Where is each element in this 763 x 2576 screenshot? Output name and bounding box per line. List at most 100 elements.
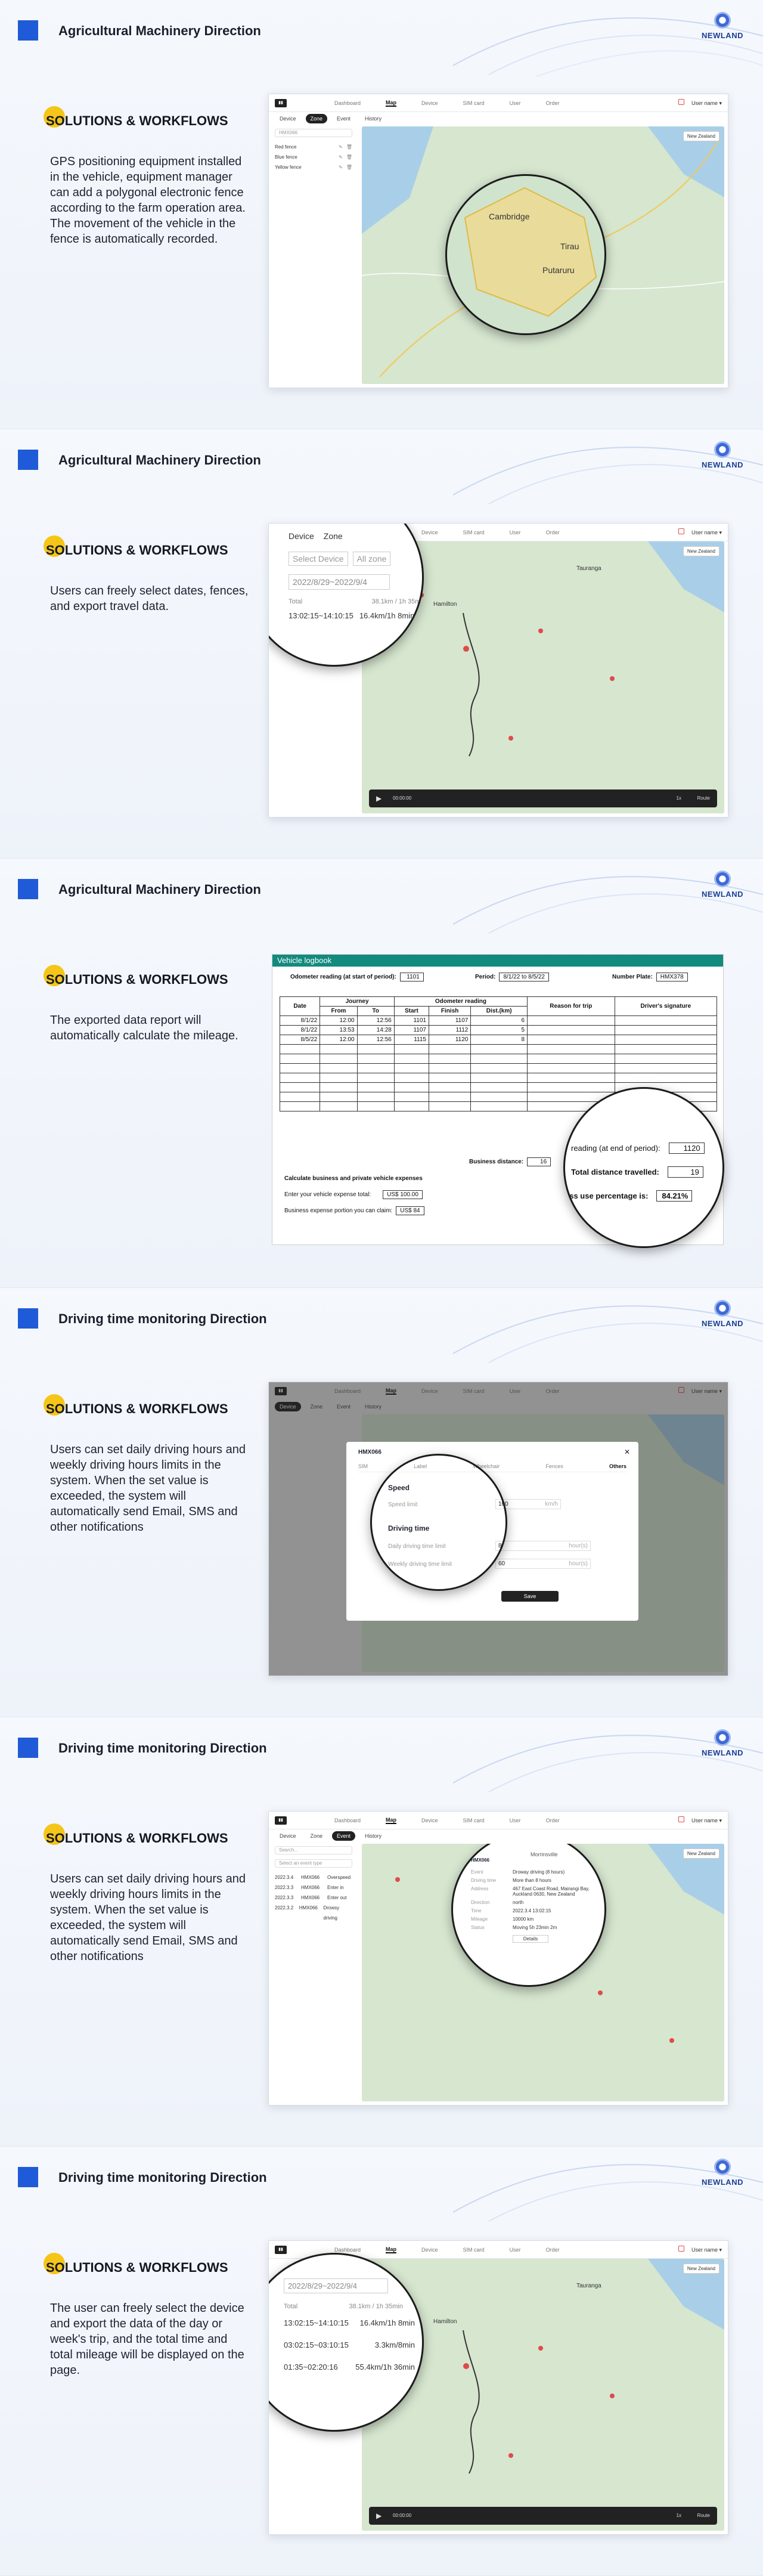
nav-order[interactable]: Order	[546, 530, 560, 535]
user-menu[interactable]: User name ▾	[678, 1816, 722, 1824]
tab-zone[interactable]: Zone	[324, 531, 343, 541]
nav-device[interactable]: Device	[421, 2247, 438, 2253]
nav-user[interactable]: User	[510, 1818, 521, 1823]
edit-icon[interactable]: ✎	[339, 152, 343, 162]
tab-sim[interactable]: SIM	[358, 1463, 368, 1469]
slide-4: Driving time monitoring Direction NEWLAN…	[0, 1288, 763, 1717]
trip-row[interactable]: 03:02:15~03:10:15 3.3km/8min	[284, 2340, 415, 2349]
nav-user[interactable]: User	[510, 100, 521, 106]
zone-row[interactable]: Yellow fence ✎ 🗑	[275, 162, 352, 172]
zone-select[interactable]: All zone	[352, 552, 391, 566]
tab-event[interactable]: Event	[332, 1831, 356, 1841]
date-range-picker[interactable]: 2022/8/29~2022/9/4	[289, 574, 390, 590]
nav-map[interactable]: Map	[386, 1817, 397, 1824]
zoom-odometer-end: reading (at end of period): 1120	[571, 1143, 705, 1154]
nav-order[interactable]: Order	[546, 1818, 560, 1823]
details-button[interactable]: Details	[513, 1935, 548, 1943]
play-button[interactable]: ▶	[376, 2512, 382, 2520]
map-label: Hamilton	[433, 2318, 457, 2325]
zone-row[interactable]: Red fence ✎ 🗑	[275, 142, 352, 152]
save-button[interactable]: Save	[501, 1591, 559, 1602]
edit-icon[interactable]: ✎	[339, 142, 343, 152]
notification-icon[interactable]	[678, 1816, 684, 1822]
nav-device[interactable]: Device	[421, 1818, 438, 1823]
notification-icon[interactable]	[678, 99, 684, 105]
newland-logo-icon	[714, 1300, 731, 1317]
section-description: The exported data report will automatica…	[50, 1014, 238, 1042]
trip-row[interactable]: 01:35~02:20:16 55.4km/1h 36min	[284, 2363, 415, 2371]
zoom-lens-settings	[370, 1454, 507, 1591]
user-menu[interactable]: User name ▾	[678, 2246, 722, 2253]
tab-event[interactable]: Event	[332, 114, 355, 123]
event-row[interactable]: 2022.3.2 HMX066 Drowsy driving	[275, 1903, 352, 1921]
nav-dashboard[interactable]: Dashboard	[334, 1818, 361, 1823]
event-row[interactable]: 2022.3.4 HMX066 Overspeed	[275, 1872, 352, 1883]
edit-icon[interactable]: ✎	[339, 162, 343, 172]
tab-fences[interactable]: Fences	[545, 1463, 563, 1469]
header-accent-square	[18, 879, 38, 899]
slide-3: Agricultural Machinery Direction NEWLAND…	[0, 859, 763, 1288]
slide-5: Driving time monitoring Direction NEWLAN…	[0, 1717, 763, 2147]
map-label: Putaruru	[542, 265, 575, 275]
nav-user[interactable]: User	[510, 2247, 521, 2253]
newland-logo-icon	[714, 12, 731, 29]
event-type-filter[interactable]: Select an event type	[275, 1859, 352, 1868]
weekly-limit-input[interactable]: 60 hour(s)	[495, 1559, 591, 1569]
nav-device[interactable]: Device	[421, 530, 438, 535]
event-row[interactable]: 2022.3.3 HMX066 Enter out	[275, 1893, 352, 1903]
zone-row[interactable]: Blue fence ✎ 🗑	[275, 152, 352, 162]
close-icon[interactable]: ✕	[624, 1448, 630, 1456]
notification-icon[interactable]	[678, 528, 684, 534]
fence-map-screenshot: ▮▮ Dashboard Map Device SIM card User Or…	[268, 94, 728, 388]
nav-sim-card[interactable]: SIM card	[463, 2247, 485, 2253]
tab-history[interactable]: History	[360, 1831, 386, 1841]
daily-limit-input[interactable]: 8 hour(s)	[495, 1541, 591, 1551]
delete-icon[interactable]: 🗑	[346, 142, 352, 152]
event-screenshot: ▮▮ Dashboard Map Device SIM card User Or…	[268, 1811, 728, 2106]
device-select[interactable]: Select Device	[289, 552, 348, 566]
page-title: Agricultural Machinery Direction	[58, 882, 261, 897]
nav-sim-card[interactable]: SIM card	[463, 1818, 485, 1823]
nav-device[interactable]: Device	[421, 100, 438, 106]
map-view[interactable]: New Zealand HMX066 Morrinsville Event Dro…	[362, 1844, 724, 2101]
top-nav: ▮▮ Dashboard Map Device SIM card User Or…	[269, 1812, 728, 1829]
delete-icon[interactable]: 🗑	[346, 152, 352, 162]
tab-history[interactable]: History	[360, 114, 386, 123]
map-view[interactable]: New Zealand Cambridge Tirau Putaruru	[362, 126, 724, 384]
tab-device[interactable]: Device	[289, 531, 314, 541]
user-menu[interactable]: User name ▾	[678, 528, 722, 536]
date-range-picker[interactable]: 2022/8/29~2022/9/4	[284, 2278, 388, 2293]
vehicle-logbook: Vehicle logbook Odometer reading (at sta…	[272, 954, 724, 1248]
tab-device[interactable]: Device	[275, 114, 301, 123]
play-button[interactable]: ▶	[376, 794, 382, 803]
fence-polygon	[464, 187, 597, 317]
zone-search-input[interactable]: HMX066	[275, 129, 352, 137]
nav-map[interactable]: Map	[386, 2246, 397, 2253]
nav-sim-card[interactable]: SIM card	[463, 530, 485, 535]
nav-dashboard[interactable]: Dashboard	[334, 100, 361, 106]
user-menu[interactable]: User name ▾	[678, 99, 722, 107]
tab-zone[interactable]: Zone	[306, 1831, 328, 1841]
region-select[interactable]: New Zealand	[683, 546, 719, 556]
event-row[interactable]: 2022.3.3 HMX066 Enter in	[275, 1883, 352, 1893]
playback-bar[interactable]: ▶ 00:00:00 1x Route	[369, 789, 717, 807]
nav-sim-card[interactable]: SIM card	[463, 100, 485, 106]
nav-user[interactable]: User	[510, 530, 521, 535]
tab-zone[interactable]: Zone	[305, 114, 328, 123]
tab-device[interactable]: Device	[275, 1831, 301, 1841]
tab-others[interactable]: Others	[609, 1463, 626, 1469]
search-input[interactable]: Search...	[275, 1846, 352, 1854]
brand-logo: ▮▮	[275, 2245, 287, 2254]
nav-order[interactable]: Order	[546, 2247, 560, 2253]
delete-icon[interactable]: 🗑	[346, 162, 352, 172]
notification-icon[interactable]	[678, 2246, 684, 2252]
nav-dashboard[interactable]: Dashboard	[334, 2247, 361, 2253]
region-select[interactable]: New Zealand	[683, 1849, 719, 1859]
region-select[interactable]: New Zealand	[683, 2264, 719, 2274]
playback-bar[interactable]: ▶ 00:00:00 1x Route	[369, 2507, 717, 2525]
nav-order[interactable]: Order	[546, 100, 560, 106]
region-select[interactable]: New Zealand	[683, 131, 719, 141]
trip-row[interactable]: 13:02:15~14:10:15 16.4km/1h 8min	[284, 2318, 415, 2327]
settings-modal: HMX066 ✕ SIM Label Wheelchair Fences Oth…	[346, 1442, 638, 1621]
nav-map[interactable]: Map	[386, 100, 397, 107]
